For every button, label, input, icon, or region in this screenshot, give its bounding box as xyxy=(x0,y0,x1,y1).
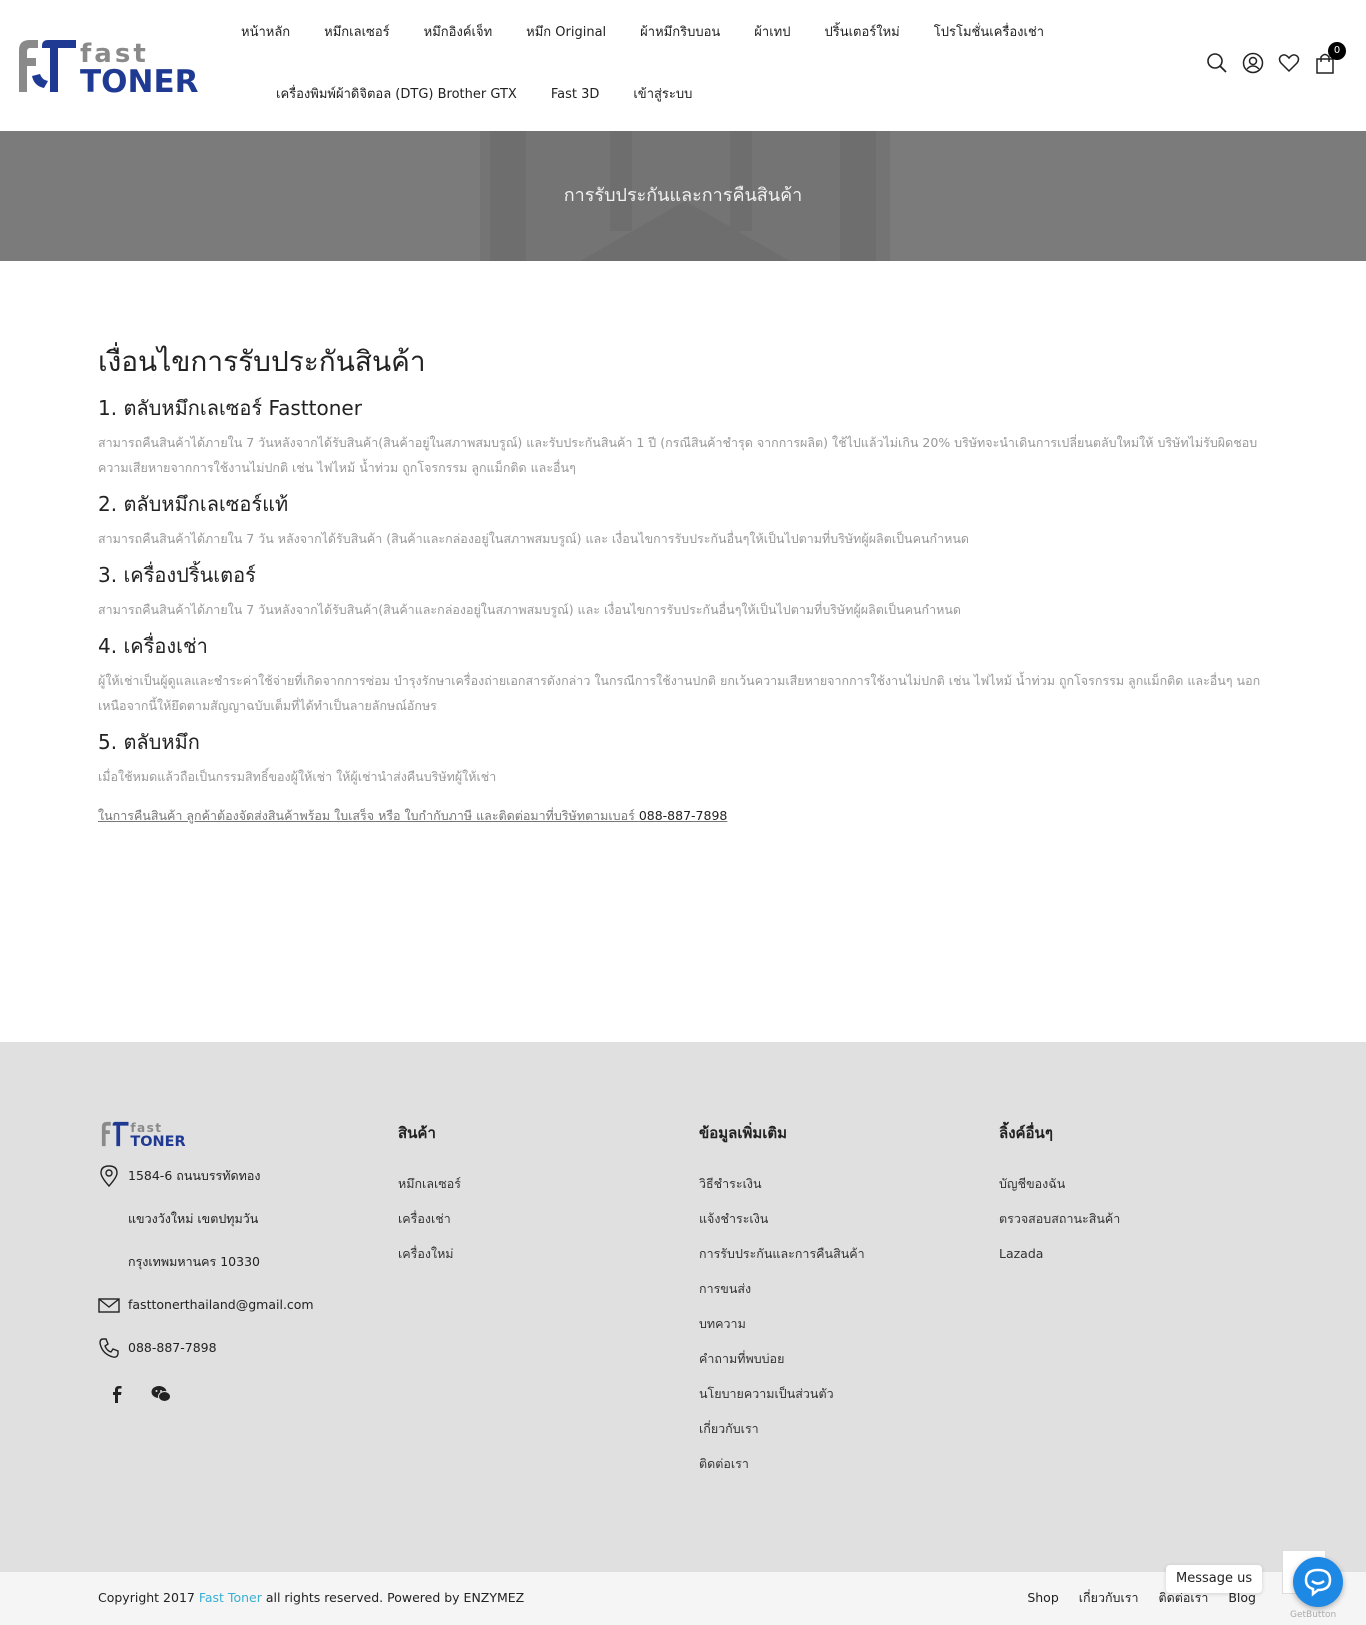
section-title: 4. เครื่องเช่า xyxy=(98,634,208,658)
footer-link[interactable]: ติดต่อเรา xyxy=(699,1446,979,1481)
phone-link[interactable]: 088-887-7898 xyxy=(128,1340,217,1355)
footer-products-links: หมึกเลเซอร์ เครื่องเช่า เครื่องใหม่ xyxy=(398,1166,658,1271)
warranty-section: 1. ตลับหมึกเลเซอร์ Fasttoner สามารถคืนสิ… xyxy=(98,392,1268,480)
footer-products-column: สินค้า หมึกเลเซอร์ เครื่องเช่า เครื่องใหม่ xyxy=(398,1120,658,1271)
warranty-section: 5. ตลับหมึก เมื่อใช้หมดแล้วถือเป็นกรรมสิ… xyxy=(98,726,1268,789)
phone-icon xyxy=(99,1338,119,1358)
phone-line: 088-887-7898 xyxy=(98,1326,378,1369)
main-nav: หน้าหลัก หมึกเลเซอร์ หมึกอิงค์เจ็ท หมึก Ori… xyxy=(224,0,1104,131)
search-icon[interactable] xyxy=(1206,52,1228,74)
footer-info-column: ข้อมูลเพิ่มเติม วิธีชำระเงิน แจ้งชำระเงิน… xyxy=(699,1120,979,1481)
page-banner: การรับประกันและการคืนสินค้า xyxy=(0,131,1366,261)
footer-link[interactable]: ตรวจสอบสถานะสินค้า xyxy=(999,1201,1259,1236)
nav-row-2: เครื่องพิมพ์ผ้าดิจิตอล (DTG) Brother GTX… xyxy=(259,84,709,106)
return-phone-link[interactable]: 088-887-7898 xyxy=(639,808,728,823)
nav-item[interactable]: หมึกเลเซอร์ xyxy=(307,22,406,44)
copyright-prefix: Copyright 2017 xyxy=(98,1590,199,1605)
nav-item[interactable]: ผ้าหมึกริบบอน xyxy=(623,22,737,44)
cart-button[interactable]: 0 xyxy=(1314,42,1346,74)
main-content: เงื่อนไขการรับประกันสินค้า 1. ตลับหมึกเล… xyxy=(98,340,1268,828)
nav-item[interactable]: หน้าหลัก xyxy=(224,22,307,44)
footer-bottom-bar: Copyright 2017 Fast Toner all rights res… xyxy=(0,1572,1366,1625)
svg-text:TONER: TONER xyxy=(130,1134,185,1148)
site-header: fast TONER หน้าหลัก หมึกเลเซอร์ หมึกอิงค์เ… xyxy=(0,0,1366,131)
svg-text:TONER: TONER xyxy=(80,64,199,96)
nav-item[interactable]: หมึก Original xyxy=(509,22,623,44)
section-text: สามารถคืนสินค้าได้ภายใน 7 วันหลังจากได้ร… xyxy=(98,602,962,617)
wechat-icon[interactable] xyxy=(150,1383,172,1405)
section-title: 2. ตลับหมึกเลเซอร์แท้ xyxy=(98,492,289,516)
nav-item[interactable]: หมึกอิงค์เจ็ท xyxy=(407,22,510,44)
chat-bubble-icon xyxy=(1304,1568,1332,1597)
nav-item[interactable]: เครื่องพิมพ์ผ้าดิจิตอล (DTG) Brother GTX xyxy=(259,84,534,106)
return-note-text: ในการคืนสินค้า ลูกค้าต้องจัดส่งสินค้าพร้… xyxy=(98,808,639,823)
social-links xyxy=(106,1383,378,1405)
footer-other-links: บัญชีของฉัน ตรวจสอบสถานะสินค้า Lazada xyxy=(999,1166,1259,1271)
footer-link[interactable]: เครื่องเช่า xyxy=(398,1201,658,1236)
footer-logo[interactable]: fast TONER xyxy=(98,1120,194,1148)
footer-link[interactable]: คำถามที่พบบ่อย xyxy=(699,1341,979,1376)
chat-button[interactable] xyxy=(1293,1557,1343,1607)
footer-info-links: วิธีชำระเงิน แจ้งชำระเงิน การรับประกันและก… xyxy=(699,1166,979,1481)
nav-item[interactable]: ผ้าเทป xyxy=(737,22,807,44)
getbutton-credit[interactable]: GetButton xyxy=(1290,1610,1336,1620)
section-title: 1. ตลับหมึกเลเซอร์ Fasttoner xyxy=(98,396,362,420)
footer-links-column: ลิ้งค์อื่นๆ บัญชีของฉัน ตรวจสอบสถานะสินค้… xyxy=(999,1120,1259,1271)
section-text: เมื่อใช้หมดแล้วถือเป็นกรรมสิทธิ์ของผู้ให… xyxy=(98,769,497,784)
page-title: การรับประกันและการคืนสินค้า xyxy=(563,185,803,206)
nav-row-1: หน้าหลัก หมึกเลเซอร์ หมึกอิงค์เจ็ท หมึก Ori… xyxy=(224,22,1061,44)
return-note: ในการคืนสินค้า ลูกค้าต้องจัดส่งสินค้าพร้… xyxy=(98,803,1268,828)
address-line: แขวงวังใหม่ เขตปทุมวัน xyxy=(128,1211,259,1226)
footer-column-title: ข้อมูลเพิ่มเติม xyxy=(699,1124,788,1142)
section-text: ผู้ให้เช่าเป็นผู้ดูแลและชำระค่าใช้จ่ายที… xyxy=(98,673,1261,713)
section-text: สามารถคืนสินค้าได้ภายใน 7 วัน หลังจากได้… xyxy=(98,531,969,546)
section-title: 5. ตลับหมึก xyxy=(98,730,200,754)
warranty-section: 4. เครื่องเช่า ผู้ให้เช่าเป็นผู้ดูแลและช… xyxy=(98,630,1268,718)
email-link[interactable]: fasttonerthailand@gmail.com xyxy=(128,1297,314,1312)
footer-link[interactable]: แจ้งชำระเงิน xyxy=(699,1201,979,1236)
mail-icon xyxy=(98,1298,120,1313)
footer-link[interactable]: การขนส่ง xyxy=(699,1271,979,1306)
bottom-link[interactable]: เกี่ยวกับเรา xyxy=(1079,1588,1139,1608)
site-footer: fast TONER 1584-6 ถนนบรรทัดทอง แขวงวังให… xyxy=(0,1042,1366,1572)
address-line: 1584-6 ถนนบรรทัดทอง xyxy=(98,1154,378,1197)
warranty-section: 3. เครื่องปริ้นเตอร์ สามารถคืนสินค้าได้ภ… xyxy=(98,559,1268,622)
footer-link[interactable]: บัญชีของฉัน xyxy=(999,1166,1259,1201)
footer-column-title: ลิ้งค์อื่นๆ xyxy=(999,1124,1053,1142)
footer-link[interactable]: การรับประกันและการคืนสินค้า xyxy=(699,1236,979,1271)
message-us-label[interactable]: Message us xyxy=(1166,1565,1263,1593)
facebook-icon[interactable] xyxy=(106,1383,128,1405)
bottom-link[interactable]: Shop xyxy=(1027,1588,1058,1608)
footer-column-title: สินค้า xyxy=(398,1124,436,1142)
footer-link[interactable]: หมึกเลเซอร์ xyxy=(398,1166,658,1201)
footer-link[interactable]: เครื่องใหม่ xyxy=(398,1236,658,1271)
wishlist-heart-icon[interactable] xyxy=(1278,52,1300,74)
cart-count-badge: 0 xyxy=(1328,42,1346,60)
section-text: สามารถคืนสินค้าได้ภายใน 7 วันหลังจากได้ร… xyxy=(98,435,1258,475)
svg-text:fast: fast xyxy=(130,1121,162,1135)
address-line: กรุงเทพมหานคร 10330 xyxy=(128,1254,260,1269)
footer-link[interactable]: Lazada xyxy=(999,1236,1259,1271)
nav-item[interactable]: ปริ้นเตอร์ใหม่ xyxy=(807,22,916,44)
nav-item[interactable]: Fast 3D xyxy=(534,84,617,106)
nav-item[interactable]: โปรโมชั่นเครื่องเช่า xyxy=(917,22,1061,44)
address-text: 1584-6 ถนนบรรทัดทอง xyxy=(128,1168,261,1183)
footer-link[interactable]: บทความ xyxy=(699,1306,979,1341)
nav-item[interactable]: เข้าสู่ระบบ xyxy=(616,84,709,106)
section-title: 3. เครื่องปริ้นเตอร์ xyxy=(98,563,256,587)
warranty-heading: เงื่อนไขการรับประกันสินค้า xyxy=(98,345,426,378)
header-icons: 0 xyxy=(1206,42,1346,74)
fast-toner-logo[interactable]: fast TONER xyxy=(16,36,211,96)
footer-link[interactable]: เกี่ยวกับเรา xyxy=(699,1411,979,1446)
map-pin-icon xyxy=(100,1165,118,1187)
account-icon[interactable] xyxy=(1242,52,1264,74)
brand-link[interactable]: Fast Toner xyxy=(199,1590,262,1605)
copyright-suffix: all rights reserved. Powered by ENZYMEZ xyxy=(261,1590,525,1605)
footer-link[interactable]: วิธีชำระเงิน xyxy=(699,1166,979,1201)
footer-link[interactable]: นโยบายความเป็นส่วนตัว xyxy=(699,1376,979,1411)
warranty-section: 2. ตลับหมึกเลเซอร์แท้ สามารถคืนสินค้าได้… xyxy=(98,488,1268,551)
email-line: fasttonerthailand@gmail.com xyxy=(98,1283,378,1326)
copyright-text: Copyright 2017 Fast Toner all rights res… xyxy=(98,1588,524,1608)
footer-contact: fast TONER 1584-6 ถนนบรรทัดทอง แขวงวังให… xyxy=(98,1120,378,1405)
